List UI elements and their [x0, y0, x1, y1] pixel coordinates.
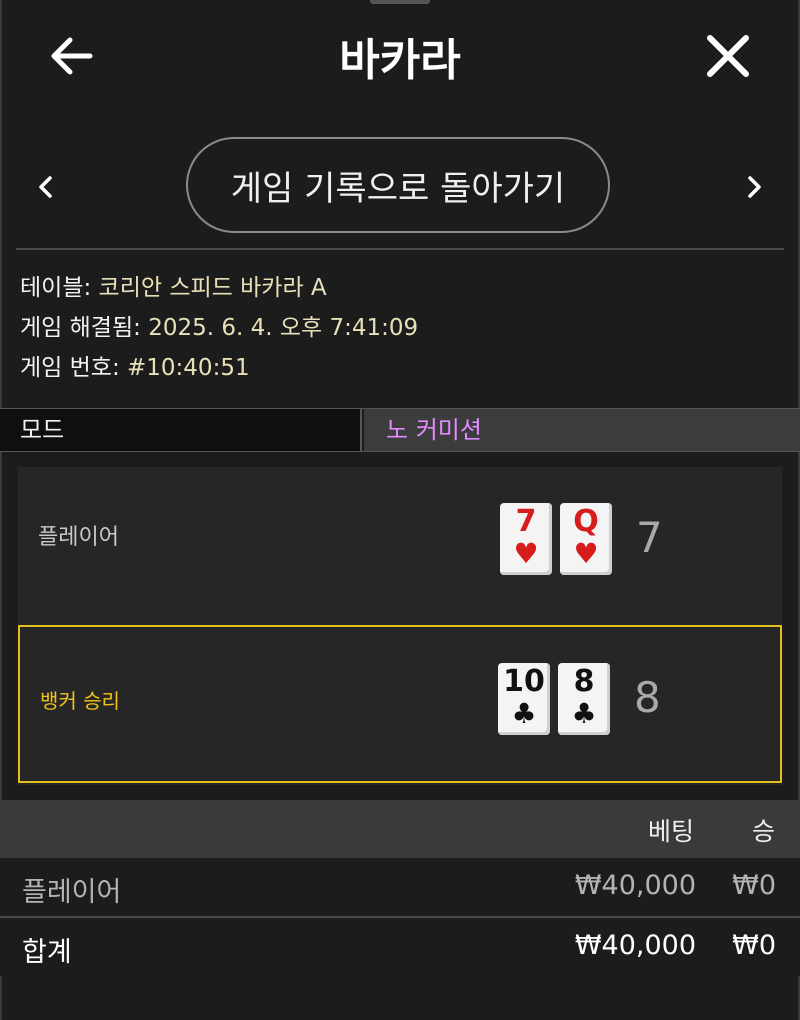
total-row: 합계 ₩40,000 ₩0 — [0, 918, 800, 976]
game-number-value: #10:40:51 — [127, 355, 250, 381]
game-number-label: 게임 번호: — [20, 355, 120, 381]
card-rank: 7 — [515, 504, 537, 539]
mode-value: 노 커미션 — [364, 409, 800, 451]
club-suit-icon: ♣ — [511, 697, 537, 730]
resolved-value: 2025. 6. 4. 오후 7:41:09 — [148, 315, 419, 341]
table-row: 플레이어 ₩40,000 ₩0 — [0, 858, 800, 918]
game-result-panel: 플레이어 7 ♥ Q ♥ 7 뱅커 승리 10 ♣ 8 ♣ 8 — [18, 467, 782, 785]
chevron-right-icon — [748, 176, 761, 198]
banker-score: 8 — [634, 673, 661, 722]
resolved-info-row: 게임 해결됨: 2025. 6. 4. 오후 7:41:09 — [20, 308, 418, 348]
bet-type-label: 플레이어 — [22, 877, 122, 908]
win-amount: ₩0 — [732, 870, 776, 901]
club-suit-icon: ♣ — [571, 697, 597, 730]
previous-game-button[interactable] — [30, 170, 62, 204]
bet-column-header: 베팅 — [648, 817, 695, 846]
header: 바카라 — [0, 0, 800, 110]
back-to-history-button[interactable]: 게임 기록으로 돌아가기 — [186, 137, 610, 233]
chevron-left-icon — [39, 176, 52, 198]
heart-suit-icon: ♥ — [573, 537, 599, 570]
playing-card: Q ♥ — [560, 503, 612, 575]
card-rank: Q — [573, 504, 599, 539]
close-button[interactable] — [702, 30, 754, 82]
mode-label: 모드 — [0, 409, 362, 451]
banker-hand-row: 뱅커 승리 10 ♣ 8 ♣ 8 — [18, 625, 782, 783]
heart-suit-icon: ♥ — [513, 537, 539, 570]
baccarat-history-panel: 바카라 게임 기록으로 돌아가기 테이블: 코리안 스피드 바카라 A 게임 해… — [0, 0, 800, 1020]
history-nav: 게임 기록으로 돌아가기 — [0, 136, 800, 236]
playing-card: 10 ♣ — [498, 663, 550, 735]
player-hand-label: 플레이어 — [38, 525, 119, 550]
total-label: 합계 — [22, 937, 72, 968]
table-label: 테이블: — [20, 275, 92, 301]
playing-card: 7 ♥ — [500, 503, 552, 575]
page-title: 바카라 — [339, 35, 461, 86]
playing-card: 8 ♣ — [558, 663, 610, 735]
player-score: 7 — [636, 513, 663, 562]
divider — [16, 248, 784, 250]
win-column-header: 승 — [752, 817, 776, 846]
card-rank: 8 — [573, 664, 595, 699]
banker-win-label: 뱅커 승리 — [40, 689, 120, 713]
game-info: 테이블: 코리안 스피드 바카라 A 게임 해결됨: 2025. 6. 4. 오… — [20, 268, 418, 388]
total-win-amount: ₩0 — [732, 930, 776, 961]
total-bet-amount: ₩40,000 — [574, 930, 696, 961]
player-hand-row: 플레이어 7 ♥ Q ♥ 7 — [18, 467, 782, 617]
table-info-row: 테이블: 코리안 스피드 바카라 A — [20, 268, 418, 308]
bet-amount: ₩40,000 — [574, 870, 696, 901]
game-number-row: 게임 번호: #10:40:51 — [20, 348, 418, 388]
next-game-button[interactable] — [738, 170, 770, 204]
bets-table-header: 베팅 승 — [0, 800, 800, 858]
mode-row: 모드 노 커미션 — [0, 408, 800, 452]
card-rank: 10 — [503, 664, 545, 699]
table-value: 코리안 스피드 바카라 A — [98, 275, 327, 301]
close-icon — [707, 35, 749, 77]
resolved-label: 게임 해결됨: — [20, 315, 141, 341]
